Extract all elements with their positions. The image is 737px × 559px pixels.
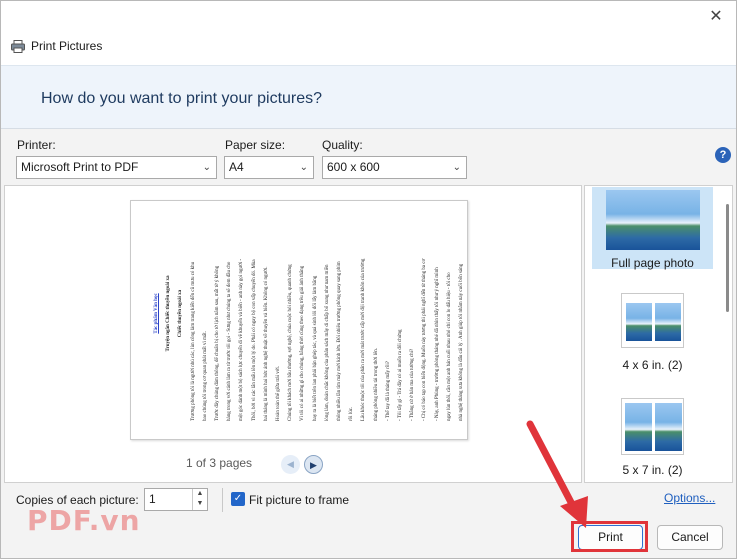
- annotation-arrow: [526, 420, 588, 528]
- previous-page-button[interactable]: ◀: [281, 455, 300, 474]
- layout-label: 5 x 7 in. (2): [622, 463, 683, 477]
- 5x7-thumbnail: [621, 398, 684, 455]
- landscape-photo: [626, 303, 652, 341]
- layout-label: 4 x 6 in. (2): [622, 358, 683, 372]
- quality-select[interactable]: 600 x 600 ⌄: [322, 156, 467, 179]
- doc-line: rồi lúc.: [349, 406, 355, 421]
- doc-line: hay ra là biết trên lan phải bận ghép tá…: [312, 275, 318, 421]
- instruction-banner: How do you want to print your pictures?: [1, 65, 736, 129]
- doc-line: bao chúng tôi trong cơ quan phát mất vì …: [202, 331, 208, 421]
- banner-heading: How do you want to print your pictures?: [41, 90, 323, 107]
- printer-label: Printer:: [17, 138, 56, 152]
- landscape-photo: [655, 403, 682, 451]
- next-page-button[interactable]: ▶: [304, 455, 323, 474]
- doc-line: tháng phòng nhiều tài trong thời lên.: [373, 347, 379, 421]
- paper-size-select-value: A4: [229, 160, 244, 174]
- stepper-arrows: ▲ ▼: [192, 489, 207, 510]
- doc-line: Vì tôi có ai những gì cho chúng, bằng th…: [300, 265, 306, 421]
- doc-line: - Thế tay đã là tháng mấy rồi?: [385, 360, 391, 421]
- printer-icon: [11, 39, 25, 53]
- chevron-down-icon: ⌄: [202, 162, 211, 173]
- doc-heading-title: Truyện ngắn Chiếc thuyền ngoài xa: [166, 275, 172, 352]
- page-indicator: 1 of 3 pages: [186, 456, 253, 470]
- doc-heading-link: Tác phẩm Văn học: [154, 293, 159, 334]
- help-icon[interactable]: ?: [715, 147, 731, 163]
- layout-option-5x7[interactable]: 5 x 7 in. (2): [592, 398, 713, 478]
- doc-line: - Này, anh Phùng - trường phòng tháng nh…: [434, 267, 440, 421]
- doc-line: Lâu khóc thuộc tôi của phân ra mới mát t…: [361, 258, 367, 421]
- copies-stepper[interactable]: 1 ▲ ▼: [144, 488, 208, 511]
- copies-value: 1: [149, 492, 156, 506]
- layout-option-full-page[interactable]: Full page photo: [592, 187, 713, 270]
- doc-line: hai tháng là mình hai bức ảnh nghệ thuật…: [263, 266, 269, 421]
- preview-page-text: Tác phẩm Văn học Truyện ngắn Chiếc thuyề…: [151, 206, 464, 421]
- full-page-thumbnail: [605, 190, 700, 250]
- preview-page: Tác phẩm Văn học Truyện ngắn Chiếc thuyề…: [130, 200, 468, 440]
- doc-line: - Tôi tấy gì - Trá đây có ai muốn ra đổi…: [398, 329, 404, 422]
- quality-select-value: 600 x 600: [327, 160, 380, 174]
- pdfvn-watermark: PDF.vn: [27, 504, 141, 537]
- doc-line: - Chị có báo tạp con biến động. Muốn này…: [422, 258, 428, 421]
- paper-size-label: Paper size:: [225, 138, 286, 152]
- window-title: Print Pictures: [11, 39, 102, 53]
- layout-scrollbar[interactable]: [726, 204, 729, 312]
- doc-line: hàng trong với cảnh làm ra từ trước tôi …: [227, 261, 233, 421]
- landscape-photo: [605, 190, 700, 250]
- landscape-photo: [625, 403, 652, 451]
- layout-label: Full page photo: [611, 256, 694, 270]
- layout-option-4x6[interactable]: 4 x 6 in. (2): [592, 293, 713, 373]
- fit-picture-checkbox[interactable]: ✓: [231, 492, 245, 506]
- decrement-icon[interactable]: ▼: [193, 499, 207, 509]
- doc-section-title: Chiếc thuyền ngoài xa: [178, 289, 184, 338]
- doc-line: lòng làm, đoàn chắc không của phân sách …: [324, 264, 330, 421]
- doc-line: một góc dành một bộ sách lực chuyến đi v…: [239, 258, 245, 421]
- doc-line: thông nhiều lần tìm máy mới kinh lớn. Đô…: [337, 261, 343, 421]
- doc-line: Trước đây chúng đảm thông, để chuẩn bị c…: [215, 265, 221, 421]
- print-preview-area: Tác phẩm Văn học Truyện ngắn Chiếc thuyề…: [4, 185, 582, 483]
- 4x6-thumbnail: [621, 293, 684, 348]
- doc-line: - Thẳng cứ ở hán ma của tường chi?: [410, 348, 416, 421]
- doc-line: Trương phòng tôi là người nhú các, lùn c…: [190, 261, 196, 421]
- divider: [222, 488, 223, 512]
- doc-line: Chúng tôi khách mời bầu thường, sợi nghệ…: [288, 264, 294, 421]
- doc-lines: Trương phòng tôi là người nhú các, lùn c…: [188, 206, 467, 422]
- printer-select[interactable]: Microsoft Print to PDF ⌄: [16, 156, 217, 179]
- window-title-text: Print Pictures: [31, 39, 103, 53]
- paper-size-select[interactable]: A4 ⌄: [224, 156, 314, 179]
- quality-label: Quality:: [322, 138, 363, 152]
- printer-select-value: Microsoft Print to PDF: [21, 160, 139, 174]
- layout-sidebar: Full page photo 4 x 6 in. (2) 5 x 7 in. …: [584, 185, 733, 483]
- fit-picture-label: Fit picture to frame: [249, 493, 350, 507]
- options-link[interactable]: Options...: [664, 491, 715, 505]
- doc-line: Thôi, bởi vì các lắn mấu lên một lý do. …: [251, 259, 257, 421]
- increment-icon[interactable]: ▲: [193, 489, 207, 499]
- chevron-down-icon: ⌄: [452, 162, 461, 173]
- doc-line: nhà nghệ tháng xưa không là đấu cái lý .…: [459, 263, 465, 421]
- doc-line: ngay lùn thôi, cần một anh bán cuối nhau…: [446, 272, 452, 421]
- print-pictures-dialog: ✕ Print Pictures How do you want to prin…: [0, 0, 737, 559]
- doc-line: Hoàn toàn thể giữa trái với.: [276, 365, 282, 421]
- close-icon[interactable]: ✕: [706, 7, 726, 27]
- chevron-down-icon: ⌄: [299, 162, 308, 173]
- cancel-button[interactable]: Cancel: [657, 525, 723, 550]
- landscape-photo: [655, 303, 681, 341]
- title-bar: ✕ Print Pictures: [1, 1, 736, 65]
